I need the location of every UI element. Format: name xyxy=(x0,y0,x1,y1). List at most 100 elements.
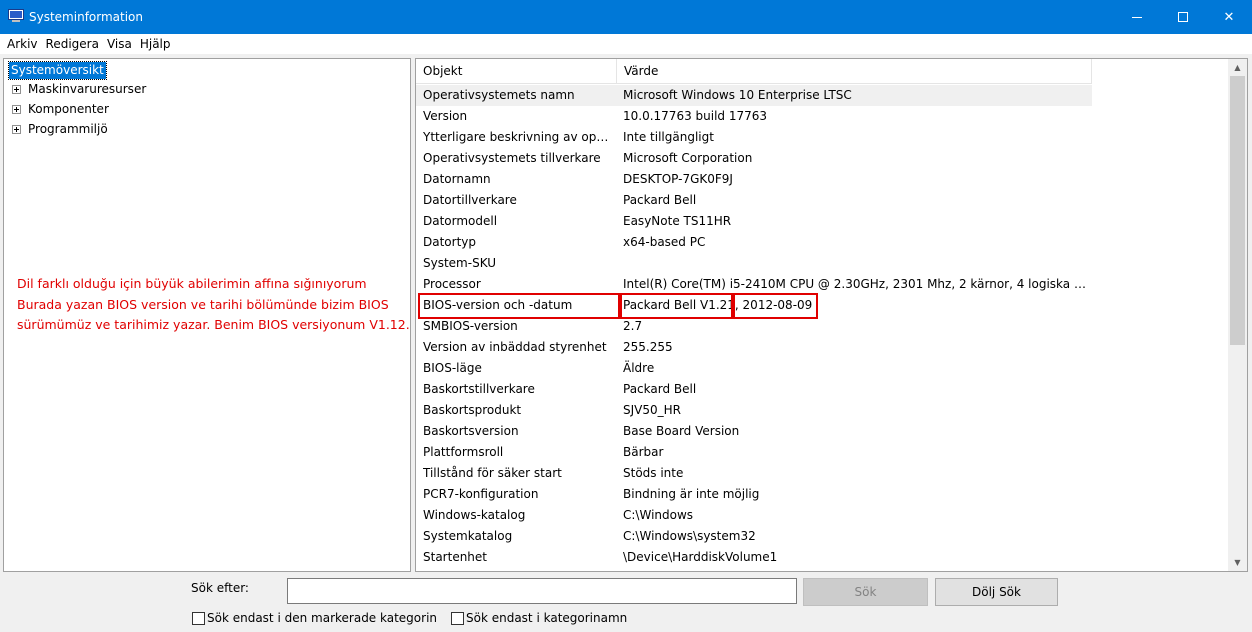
search-label: Sök efter: xyxy=(191,581,249,595)
minimize-button[interactable] xyxy=(1114,0,1160,34)
cell-value: C:\Windows\system32 xyxy=(623,529,756,543)
cell-value: Base Board Version xyxy=(623,424,740,438)
column-header-value[interactable]: Värde xyxy=(617,59,1092,84)
table-row[interactable]: PCR7-konfiguration Bindning är inte möjli… xyxy=(416,484,1228,505)
tree-item-label: Komponenter xyxy=(28,102,109,116)
highlight-box-bios-label xyxy=(418,293,620,319)
tree-item-hardware-resources[interactable]: Maskinvaruresurser xyxy=(12,80,146,98)
cell-object: Datortillverkare xyxy=(423,193,517,207)
table-row[interactable]: Datortyp x64-based PC xyxy=(416,232,1228,253)
menu-arkiv[interactable]: Arkiv xyxy=(3,34,42,54)
cell-value: Microsoft Corporation xyxy=(623,151,753,165)
cell-object: Operativsystemets tillverkare xyxy=(423,151,601,165)
cell-object: Baskortsversion xyxy=(423,424,519,438)
annotation-line: Dil farklı olduğu için büyük abilerimin … xyxy=(17,276,367,291)
cell-value: Stöds inte xyxy=(623,466,684,480)
table-row[interactable]: Baskortstillverkare Packard Bell xyxy=(416,379,1228,400)
checkbox-box[interactable] xyxy=(192,611,205,625)
expand-plus-icon[interactable] xyxy=(12,104,21,114)
tree-item-software-environment[interactable]: Programmiljö xyxy=(12,120,108,138)
maximize-icon xyxy=(1178,12,1188,22)
highlight-box-bios-date xyxy=(733,293,818,319)
checkbox-box[interactable] xyxy=(451,611,464,625)
cell-object: Plattformsroll xyxy=(423,445,504,459)
table-row[interactable]: Windows-katalog C:\Windows xyxy=(416,505,1228,526)
red-annotation-text: Dil farklı olduğu için büyük abilerimin … xyxy=(17,274,412,336)
column-header-object[interactable]: Objekt xyxy=(416,59,617,84)
list-header: Objekt Värde xyxy=(416,59,1092,84)
cell-object: Baskortsprodukt xyxy=(423,403,522,417)
cell-value: Packard Bell xyxy=(623,382,697,396)
cell-value: 255.255 xyxy=(623,340,673,354)
table-row[interactable]: Datornamn DESKTOP-7GK0F9J xyxy=(416,169,1228,190)
table-row[interactable]: Version av inbäddad styrenhet 255.255 xyxy=(416,337,1228,358)
maximize-button[interactable] xyxy=(1160,0,1206,34)
cell-object: SMBIOS-version xyxy=(423,319,518,333)
cell-object: BIOS-läge xyxy=(423,361,482,375)
expand-plus-icon[interactable] xyxy=(12,124,21,134)
table-row[interactable]: System-SKU xyxy=(416,253,1228,274)
table-row[interactable]: Datormodell EasyNote TS11HR xyxy=(416,211,1228,232)
minimize-icon xyxy=(1132,16,1142,18)
cell-value: 2.7 xyxy=(623,319,643,333)
cell-object: Systemkatalog xyxy=(423,529,513,543)
cell-value: \Device\HarddiskVolume1 xyxy=(623,550,778,564)
system-information-icon xyxy=(8,9,24,22)
table-row[interactable]: Baskortsversion Base Board Version xyxy=(416,421,1228,442)
cell-value: Microsoft Windows 10 Enterprise LTSC xyxy=(623,88,852,102)
hide-find-button[interactable]: Dölj Sök xyxy=(935,578,1058,606)
table-row[interactable]: BIOS-läge Äldre xyxy=(416,358,1228,379)
menu-visa[interactable]: Visa xyxy=(103,34,136,54)
cell-object: System-SKU xyxy=(423,256,497,270)
menu-bar: Arkiv Redigera Visa Hjälp xyxy=(0,34,1252,54)
cell-object: Datormodell xyxy=(423,214,498,228)
table-row[interactable]: Processor Intel(R) Core(TM) i5-2410M CPU … xyxy=(416,274,1228,295)
table-row[interactable]: Datortillverkare Packard Bell xyxy=(416,190,1228,211)
table-row[interactable]: Version 10.0.17763 build 17763 xyxy=(416,106,1228,127)
table-row[interactable]: Plattformsroll Bärbar xyxy=(416,442,1228,463)
search-selected-category-checkbox[interactable]: Sök endast i den markerade kategorin xyxy=(192,610,437,626)
hide-find-button-label: Dölj Sök xyxy=(972,585,1021,599)
cell-object: Baskortstillverkare xyxy=(423,382,535,396)
annotation-line: Burada yazan BIOS version ve tarihi bölü… xyxy=(17,296,389,312)
scroll-down-arrow-icon[interactable]: ▼ xyxy=(1228,554,1247,571)
scroll-up-arrow-icon[interactable]: ▲ xyxy=(1228,59,1247,76)
menu-redigera[interactable]: Redigera xyxy=(42,34,103,54)
vertical-scrollbar[interactable]: ▲ ▼ xyxy=(1228,59,1247,571)
close-button[interactable]: ✕ xyxy=(1206,0,1252,34)
cell-object: Tillstånd för säker start xyxy=(423,466,562,480)
cell-object: Datortyp xyxy=(423,235,476,249)
cell-object: Operativsystemets namn xyxy=(423,88,575,102)
cell-value: Intel(R) Core(TM) i5-2410M CPU @ 2.30GHz… xyxy=(623,277,1093,291)
highlight-box-bios-version xyxy=(620,293,733,319)
search-input[interactable] xyxy=(287,578,797,604)
close-icon: ✕ xyxy=(1223,9,1235,25)
table-row[interactable]: Systemkatalog C:\Windows\system32 xyxy=(416,526,1228,547)
table-row[interactable]: Startenhet \Device\HarddiskVolume1 xyxy=(416,547,1228,568)
table-row[interactable]: Baskortsprodukt SJV50_HR xyxy=(416,400,1228,421)
scrollbar-thumb[interactable] xyxy=(1230,76,1245,345)
cell-object: Datornamn xyxy=(423,172,491,186)
table-row[interactable]: Tillstånd för säker start Stöds inte xyxy=(416,463,1228,484)
cell-object: Ytterligare beskrivning av operativsyste… xyxy=(423,130,615,144)
tree-item-system-summary[interactable]: Systemöversikt xyxy=(8,61,107,80)
tree-item-components[interactable]: Komponenter xyxy=(12,100,109,118)
cell-object: Windows-katalog xyxy=(423,508,526,522)
table-row[interactable]: SMBIOS-version 2.7 xyxy=(416,316,1228,337)
table-row[interactable]: Operativsystemets namn Microsoft Windows … xyxy=(416,85,1092,106)
find-button-label: Sök xyxy=(854,585,877,599)
menu-hjalp[interactable]: Hjälp xyxy=(136,34,175,54)
cell-object: Startenhet xyxy=(423,550,487,564)
find-button[interactable]: Sök xyxy=(803,578,928,606)
expand-plus-icon[interactable] xyxy=(12,84,21,94)
table-row[interactable]: Ytterligare beskrivning av operativsyste… xyxy=(416,127,1228,148)
search-category-names-checkbox[interactable]: Sök endast i kategorinamn xyxy=(451,610,627,626)
cell-value: Inte tillgängligt xyxy=(623,130,714,144)
table-row[interactable]: Operativsystemets tillverkare Microsoft C… xyxy=(416,148,1228,169)
cell-value: Bärbar xyxy=(623,445,664,459)
checkbox-label: Sök endast i den markerade kategorin xyxy=(207,611,438,625)
cell-object: Version av inbäddad styrenhet xyxy=(423,340,607,354)
title-bar: Systeminformation ✕ xyxy=(0,0,1252,34)
cell-value: x64-based PC xyxy=(623,235,706,249)
tree-item-label: Programmiljö xyxy=(28,122,108,136)
